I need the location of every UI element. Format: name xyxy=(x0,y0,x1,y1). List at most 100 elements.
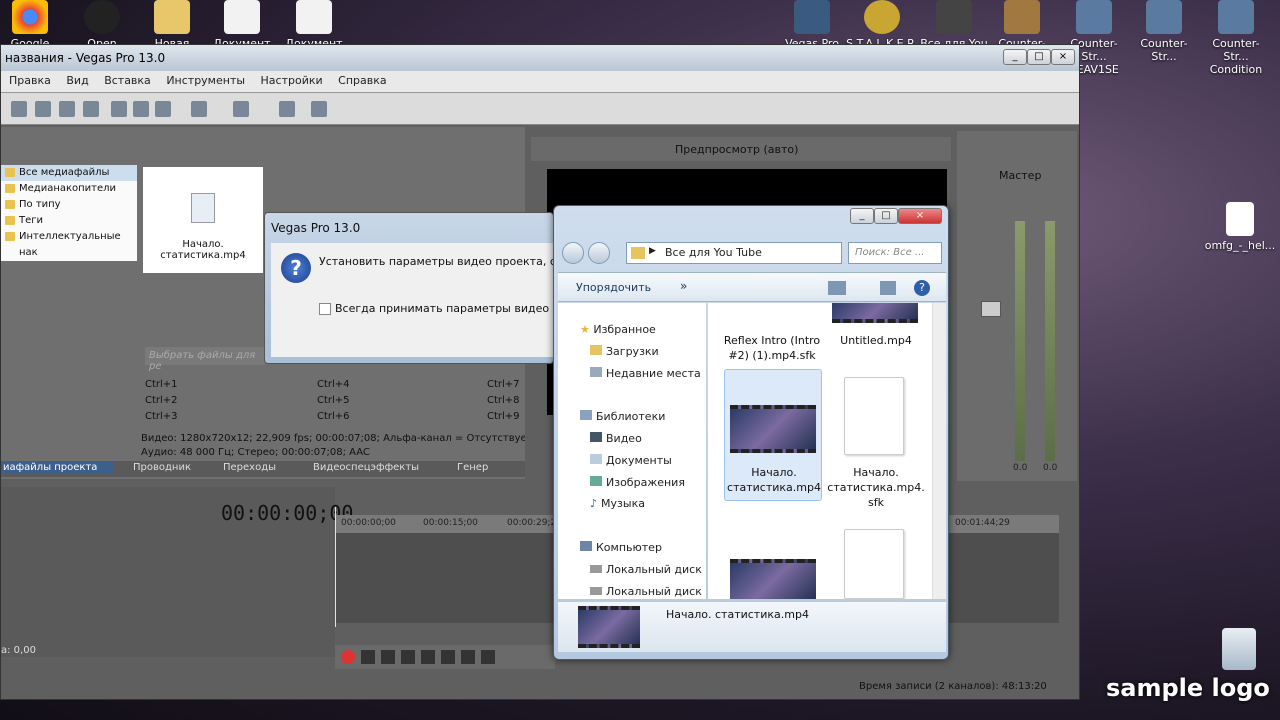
shortcut-label: Ctrl+9 xyxy=(487,411,520,422)
help-icon[interactable]: ? xyxy=(914,280,930,296)
close-button[interactable]: × xyxy=(1051,49,1075,65)
nav-music[interactable]: ♪ Музыка xyxy=(590,495,645,513)
redo-icon[interactable] xyxy=(233,101,249,117)
preview-quality-select[interactable]: Предпросмотр (авто) xyxy=(675,143,798,156)
copy-icon[interactable] xyxy=(133,101,149,117)
whats-this-icon[interactable] xyxy=(311,101,327,117)
tree-all-media[interactable]: Все медиафайлы xyxy=(1,165,137,181)
brush-icon[interactable] xyxy=(279,101,295,117)
preview-toolbar: Предпросмотр (авто) xyxy=(531,137,951,161)
nav-documents[interactable]: Документы xyxy=(590,452,672,470)
more-commands-button[interactable]: » xyxy=(680,279,687,293)
tab-project-media[interactable]: иафайлы проекта xyxy=(1,462,114,473)
file-item-selected[interactable]: Начало. статистика.mp4 xyxy=(724,465,824,495)
explorer-minimize-button[interactable]: _ xyxy=(850,208,874,224)
search-input[interactable]: Поиск: Все ... xyxy=(848,242,942,264)
star-icon: ★ xyxy=(580,323,594,336)
tree-media-bins[interactable]: Медианакопители xyxy=(1,181,137,197)
menu-edit[interactable]: Правка xyxy=(9,74,51,87)
play-from-start-button[interactable] xyxy=(381,650,395,664)
game-icon xyxy=(1004,0,1040,34)
desktop-icon-document-2[interactable]: Документ xyxy=(278,0,350,50)
explorer-close-button[interactable]: × xyxy=(898,208,942,224)
media-search-input[interactable]: Выбрать файлы для ре xyxy=(145,347,265,372)
film-icon xyxy=(794,0,830,34)
master-bus-panel: Мастер 0.0 0.0 xyxy=(957,131,1077,481)
preview-pane-icon[interactable] xyxy=(880,281,896,295)
tree-smart-bins[interactable]: Интеллектуальные нак xyxy=(1,229,137,258)
tab-explorer[interactable]: Проводник xyxy=(133,462,191,473)
minimize-button[interactable]: _ xyxy=(1003,49,1027,65)
explorer-maximize-button[interactable]: □ xyxy=(874,208,898,224)
explorer-window: _ □ × ▶ Все для You Tube Поиск: Все ... … xyxy=(553,205,949,660)
organize-button[interactable]: Упорядочить xyxy=(576,281,651,294)
undo-icon[interactable] xyxy=(191,101,207,117)
recycle-bin-icon[interactable] xyxy=(1222,628,1256,670)
desktop-icon-youtube-folder[interactable]: Все для You xyxy=(918,0,990,50)
desktop-icon-document[interactable]: Документ xyxy=(206,0,278,50)
desktop-icon-stalker[interactable]: S.T.A.L.K.E.R. xyxy=(846,0,918,50)
rate-label: а: 0,00 xyxy=(1,645,36,656)
go-to-end-button[interactable] xyxy=(481,650,495,664)
tab-video-fx[interactable]: Видеоспецэффекты xyxy=(313,462,419,473)
forward-button[interactable] xyxy=(588,242,610,264)
meter-value-left: 0.0 xyxy=(1013,463,1028,473)
render-icon[interactable] xyxy=(59,101,75,117)
back-button[interactable] xyxy=(562,242,584,264)
nav-favorites[interactable]: ★ Избранное xyxy=(580,321,656,339)
properties-icon[interactable] xyxy=(83,101,99,117)
address-bar[interactable]: ▶ Все для You Tube xyxy=(626,242,842,264)
playhead[interactable] xyxy=(335,507,336,627)
tree-by-type[interactable]: По типу xyxy=(1,197,137,213)
desktop-icon-google[interactable]: Google xyxy=(0,0,66,50)
nav-computer[interactable]: Компьютер xyxy=(580,539,662,557)
desktop-icon-cs[interactable]: Counter-Str... xyxy=(1128,0,1200,63)
desktop-icon-mp3[interactable]: omfg_-_hel... xyxy=(1204,202,1276,252)
media-item[interactable]: Начало. статистика.mp4 xyxy=(143,167,263,273)
loop-button[interactable] xyxy=(361,650,375,664)
maximize-button[interactable]: □ xyxy=(1027,49,1051,65)
view-options-icon[interactable] xyxy=(828,281,846,295)
nav-video[interactable]: Видео xyxy=(590,430,642,448)
video-info: Видео: 1280x720x12; 22,909 fps; 00:00:07… xyxy=(141,433,525,444)
stop-button[interactable] xyxy=(441,650,455,664)
menu-insert[interactable]: Вставка xyxy=(104,74,151,87)
nav-downloads[interactable]: Загрузки xyxy=(590,343,659,361)
file-item[interactable]: Untitled.mp4 xyxy=(826,333,926,348)
tree-tags[interactable]: Теги xyxy=(1,213,137,229)
tab-transitions[interactable]: Переходы xyxy=(223,462,276,473)
menu-settings[interactable]: Настройки xyxy=(261,74,323,87)
menu-help[interactable]: Справка xyxy=(338,74,386,87)
always-accept-checkbox[interactable] xyxy=(319,303,331,315)
shortcut-label: Ctrl+7 xyxy=(487,379,520,390)
menu-view[interactable]: Вид xyxy=(66,74,88,87)
save-as-icon[interactable] xyxy=(35,101,51,117)
folder-icon xyxy=(590,345,602,355)
nav-local-disk-2[interactable]: Локальный диск xyxy=(590,583,702,601)
file-item[interactable]: Начало. статистика.mp4. sfk xyxy=(826,465,926,510)
shortcut-label: Ctrl+3 xyxy=(145,411,178,422)
desktop-icon-cs-cz[interactable]: Counter-Str... Condition xyxy=(1200,0,1272,76)
shortcut-label: Ctrl+6 xyxy=(317,411,350,422)
save-icon[interactable] xyxy=(11,101,27,117)
go-to-start-button[interactable] xyxy=(461,650,475,664)
master-fader[interactable] xyxy=(981,301,1001,317)
menu-tools[interactable]: Инструменты xyxy=(166,74,245,87)
nav-recent[interactable]: Недавние места xyxy=(590,365,701,383)
level-meter-right xyxy=(1045,221,1055,461)
details-pane: Начало. статистика.mp4 xyxy=(558,602,946,652)
tab-generators[interactable]: Генер xyxy=(457,462,488,473)
nav-local-disk-1[interactable]: Локальный диск xyxy=(590,561,702,579)
nav-images[interactable]: Изображения xyxy=(590,474,685,492)
desktop-icon-open[interactable]: Open xyxy=(66,0,138,50)
record-button[interactable] xyxy=(341,650,355,664)
play-button[interactable] xyxy=(401,650,415,664)
file-item[interactable]: Reflex Intro (Intro #2) (1).mp4.sfk xyxy=(722,333,822,363)
nav-libraries[interactable]: Библиотеки xyxy=(580,408,665,426)
sfk-file-icon xyxy=(844,377,904,455)
paste-icon[interactable] xyxy=(155,101,171,117)
scrollbar[interactable] xyxy=(932,303,946,599)
desktop-icon-vegas[interactable]: Vegas Pro xyxy=(776,0,848,50)
cut-icon[interactable] xyxy=(111,101,127,117)
pause-button[interactable] xyxy=(421,650,435,664)
